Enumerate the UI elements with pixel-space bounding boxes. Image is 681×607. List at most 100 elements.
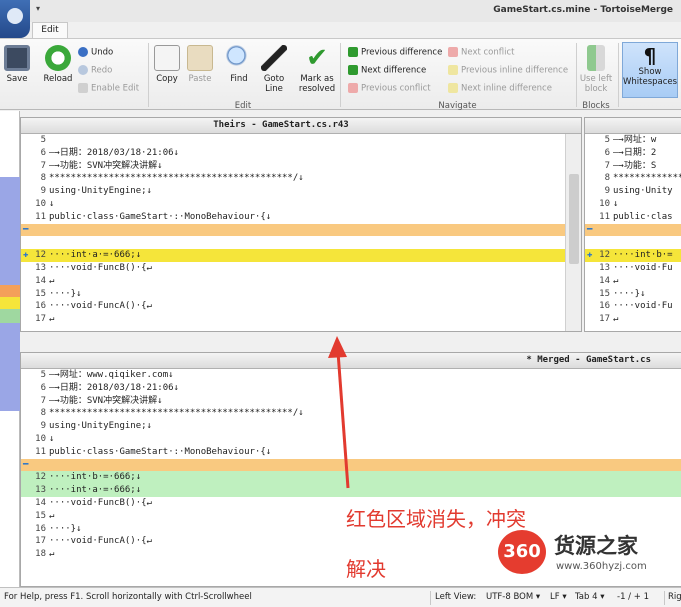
undo-button[interactable]: Undo [78, 47, 113, 58]
code-line[interactable]: 6 —→日期：2018/03/18·21:06↓ [21, 147, 581, 160]
code-line[interactable]: 7 —→功能：SVN冲突解决讲解↓ [21, 160, 581, 173]
paste-icon [187, 45, 213, 71]
code-line[interactable]: 9 using·UnityEngine;↓ [21, 420, 681, 433]
code-line[interactable]: 11 public·class·GameStart·:·MonoBehaviour… [21, 211, 581, 224]
quick-access-dropdown-icon[interactable]: ▾ [36, 4, 40, 13]
title-bar: ▾ GameStart.cs.mine - TortoiseMerge [0, 0, 681, 38]
code-line[interactable]: 9 using·UnityEngine;↓ [21, 185, 581, 198]
code-line[interactable]: 13 ····void·Fu [585, 262, 681, 275]
code-line[interactable]: 14 ↵ [21, 275, 581, 288]
line-number: 14 [35, 275, 46, 286]
line-text: ↵ [49, 510, 55, 521]
code-line[interactable]: 10 ↓ [21, 198, 581, 211]
code-line[interactable]: 15 ····}↓ [585, 288, 681, 301]
line-text: public·class·GameStart·:·MonoBehaviour·{… [49, 211, 272, 222]
previous-difference-button[interactable]: Previous difference [348, 47, 442, 58]
status-eol[interactable]: LF ▾ [550, 588, 567, 607]
pilcrow-icon: ¶ [643, 44, 657, 68]
code-line[interactable]: 11 public·clas [585, 211, 681, 224]
code-line[interactable]: 8 ***************************************… [21, 172, 581, 185]
code-line[interactable]: 7 —→功能：SVN冲突解决讲解↓ [21, 395, 681, 408]
code-line[interactable]: 15 ····}↓ [21, 288, 581, 301]
next-conflict-button[interactable]: Next conflict [448, 47, 515, 58]
line-number: 17 [599, 314, 610, 325]
use-left-block-button[interactable]: Use left block [579, 45, 613, 94]
line-number: 13 [599, 263, 610, 273]
line-text: ····}↓ [613, 288, 646, 299]
copy-button[interactable]: Copy [153, 45, 181, 84]
code-line[interactable]: 5 —→网址：w [585, 134, 681, 147]
code-line[interactable]: ━ [21, 223, 581, 237]
find-icon [226, 45, 252, 71]
code-line[interactable]: 13 ····void·FuncB()·{↵ [21, 262, 581, 275]
line-text: ************* [613, 173, 681, 184]
mine-pane[interactable]: 5 —→网址：w 6 —→日期：2 7 —→功能：S 8 ************* 9 usin… [584, 117, 681, 332]
location-bar-block [0, 285, 20, 297]
next-inline-difference-button[interactable]: Next inline difference [448, 83, 552, 94]
arrow-down-green-icon [348, 65, 358, 75]
mark-as-resolved-button[interactable]: ✔ Mark as resolved [297, 45, 337, 94]
theirs-vertical-scrollbar[interactable] [565, 134, 581, 331]
code-line[interactable]: 5 [21, 134, 581, 147]
app-menu-button[interactable] [0, 0, 30, 38]
next-difference-button[interactable]: Next difference [348, 65, 426, 76]
code-line[interactable]: 10 ↓ [21, 433, 681, 446]
gutter-marker-icon: ✚ [587, 250, 593, 261]
reload-button[interactable]: Reload [42, 45, 74, 84]
line-text: ····}↓ [49, 288, 82, 299]
location-bar[interactable] [0, 111, 20, 587]
code-line[interactable]: 10 ↓ [585, 198, 681, 211]
code-line[interactable]: 6 —→日期：2 [585, 147, 681, 160]
code-line[interactable]: 8 ************* [585, 172, 681, 185]
line-text: ····}↓ [49, 523, 82, 534]
line-text: —→功能：S [613, 160, 657, 171]
show-whitespaces-button[interactable]: ¶ Show Whitespaces [622, 42, 678, 98]
watermark: 360 货源之家 www.360hyzj.com [498, 528, 681, 583]
code-line[interactable]: 11 public·class·GameStart·:·MonoBehaviour… [21, 446, 681, 459]
line-text: ↓ [49, 434, 55, 444]
find-button[interactable]: Find [225, 45, 253, 84]
code-line[interactable]: ✚ 12 ····int·b·= [585, 249, 681, 262]
line-text: ····void·FuncB()·{↵ [49, 263, 152, 273]
code-line[interactable]: 17 ↵ [585, 313, 681, 326]
line-text: —→日期：2 [613, 147, 657, 158]
checkmark-icon: ✔ [306, 43, 328, 73]
tab-edit[interactable]: Edit [32, 22, 68, 38]
line-number: 6 [40, 382, 46, 393]
code-line[interactable]: 12 ····int·b·=·666;↓ [21, 471, 681, 484]
code-line[interactable]: 14 ↵ [585, 275, 681, 288]
code-line[interactable]: ━ [585, 223, 681, 237]
code-line[interactable]: 6 —→日期：2018/03/18·21:06↓ [21, 382, 681, 395]
group-label-navigate: Navigate [438, 101, 477, 111]
code-line[interactable]: ✚ 12 ····int·a·=·666;↓ [21, 249, 581, 262]
code-line[interactable]: 17 ↵ [21, 313, 581, 326]
theirs-pane[interactable]: Theirs - GameStart.cs.r43 5 6 —→日期：2018/03… [20, 117, 582, 332]
line-text: using·UnityEngine;↓ [49, 186, 152, 197]
goto-line-button[interactable]: Goto Line [259, 45, 289, 94]
gutter-marker-icon: ━ [23, 459, 29, 470]
enable-edit-button[interactable]: Enable Edit [78, 83, 139, 94]
scrollbar-thumb[interactable] [569, 174, 579, 264]
status-encoding[interactable]: UTF-8 BOM ▾ [486, 588, 540, 607]
previous-conflict-button[interactable]: Previous conflict [348, 83, 431, 94]
previous-inline-difference-button[interactable]: Previous inline difference [448, 65, 568, 76]
enable-edit-icon [78, 83, 88, 93]
paste-button[interactable]: Paste [185, 45, 215, 84]
status-tab[interactable]: Tab 4 ▾ [575, 588, 604, 607]
code-line[interactable]: 7 —→功能：S [585, 160, 681, 173]
status-help-text: For Help, press F1. Scroll horizontally … [4, 592, 252, 602]
code-line[interactable]: 5 —→网址：www.qiqiker.com↓ [21, 369, 681, 382]
code-line[interactable]: 13 ····int·a·=·666;↓ [21, 484, 681, 497]
code-line[interactable]: 16 ····void·Fu [585, 300, 681, 313]
code-line[interactable] [21, 236, 581, 249]
code-line[interactable] [585, 236, 681, 249]
code-line[interactable]: 9 using·Unity [585, 185, 681, 198]
redo-button[interactable]: Redo [78, 65, 112, 76]
group-label-edit: Edit [234, 101, 252, 111]
code-line[interactable]: 16 ····void·FuncA()·{↵ [21, 300, 581, 313]
line-text: —→网址：w [613, 135, 657, 145]
code-line[interactable]: 8 ***************************************… [21, 407, 681, 420]
code-line[interactable]: ━ [21, 458, 681, 472]
line-text: public·class·GameStart·:·MonoBehaviour·{… [49, 446, 272, 457]
save-button[interactable]: Save [3, 45, 31, 84]
